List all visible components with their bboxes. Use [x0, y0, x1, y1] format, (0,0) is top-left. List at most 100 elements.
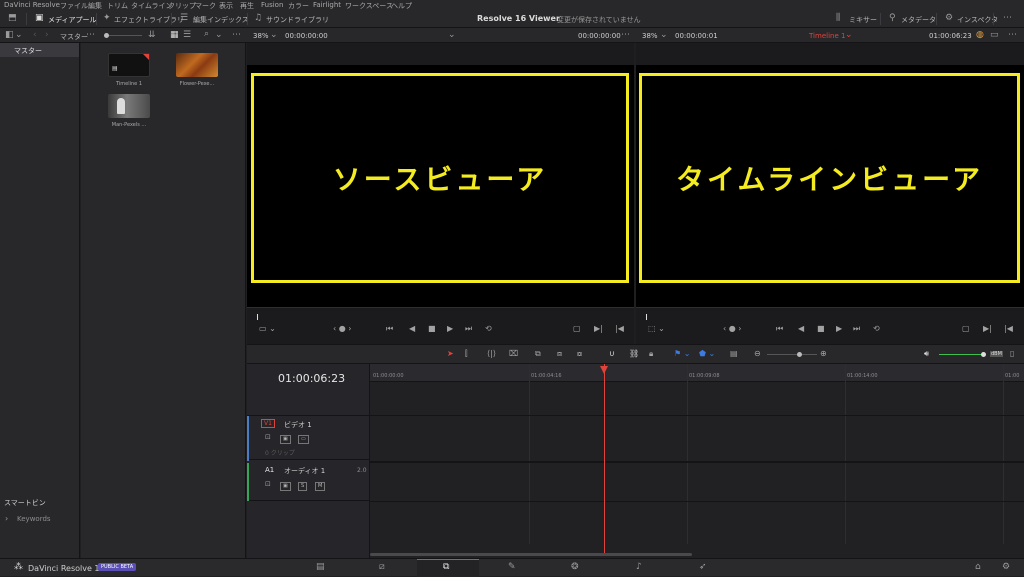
menu-davinci[interactable]: DaVinci Resolve — [4, 1, 60, 9]
home-icon[interactable]: ⌂ — [975, 563, 981, 572]
zoom-in-icon[interactable]: ⊕ — [820, 350, 827, 358]
media-pool-button[interactable]: メディアプール — [48, 15, 97, 25]
flag-icon[interactable]: ⚑ ⌄ — [674, 350, 690, 358]
settings-gear-icon[interactable]: ⚙ — [1002, 563, 1010, 572]
mixer-button[interactable]: ミキサー — [849, 15, 877, 25]
timeline-zoom-dropdown-icon[interactable]: ⌄ — [660, 31, 668, 40]
go-to-start-icon[interactable]: ⏮ — [776, 325, 783, 333]
source-zoom[interactable]: 38% — [253, 32, 269, 40]
effects-library-button[interactable]: エフェクトライブラリ — [114, 15, 184, 25]
mark-in-icon[interactable]: ▶| — [594, 325, 603, 333]
stop-icon[interactable]: ■ — [428, 325, 436, 333]
lock-icon[interactable]: ⊡ — [265, 434, 271, 441]
mute-button[interactable]: M — [315, 482, 326, 491]
trim-tool-icon[interactable]: ⫿ — [465, 350, 468, 358]
linked-selection-icon[interactable]: ⛓ — [629, 350, 639, 358]
go-to-end-icon[interactable]: ⏭ — [465, 325, 472, 333]
mark-out-icon[interactable]: |◀ — [615, 325, 624, 333]
zoom-slider-knob[interactable] — [797, 352, 802, 357]
marker-icon[interactable]: ⬟ ⌄ — [699, 350, 715, 358]
play-reverse-icon[interactable]: ◀ — [409, 325, 415, 333]
thumbnail-size-slider[interactable] — [104, 35, 142, 36]
bin-options-icon[interactable]: ⋯ — [232, 31, 241, 40]
grid-view-icon[interactable]: ▦ — [170, 31, 179, 40]
play-icon[interactable]: ▶ — [447, 325, 453, 333]
sort-icon[interactable]: ⇊ — [148, 31, 156, 40]
audio-track-header[interactable]: A1 オーディオ 1 2.0 ⊡ ▣ S M — [247, 463, 370, 501]
forward-icon[interactable]: › — [45, 31, 49, 40]
snapping-icon[interactable]: ∪ — [609, 350, 615, 358]
dynamic-trim-icon[interactable]: ⟨|⟩ — [487, 350, 496, 358]
color-icon[interactable]: ◍ — [976, 31, 984, 40]
search-dropdown-icon[interactable]: ⌄ — [215, 31, 223, 40]
timeline-ruler[interactable]: 01:00:00:00 01:00:04:16 01:00:09:08 01:0… — [370, 364, 1024, 382]
sidebar-item-master[interactable]: マスター — [0, 43, 79, 57]
timeline-area[interactable]: 01:00:00:00 01:00:04:16 01:00:09:08 01:0… — [370, 364, 1024, 558]
inspector-button[interactable]: インスペクタ — [957, 15, 998, 25]
cut-page-icon[interactable]: ⧄ — [379, 563, 385, 572]
a1-badge[interactable]: A1 — [265, 466, 274, 474]
video-track-header[interactable]: V1 ビデオ 1 ⊡ ▣ ▭ 0 クリップ — [247, 415, 370, 461]
blade-tool-icon[interactable]: ⌧ — [509, 350, 518, 358]
lock-icon[interactable]: 🔒︎ — [649, 350, 653, 358]
volume-icon[interactable]: 🔊︎ — [924, 350, 929, 358]
insert-clip-icon[interactable]: ⧉ — [535, 350, 541, 358]
edit-index-button[interactable]: 編集インデックス — [193, 15, 249, 25]
timeline-scrubber-head[interactable] — [646, 314, 647, 320]
dbm-button[interactable]: dBM — [990, 351, 1003, 357]
sidebar-item-keywords[interactable]: Keywords — [17, 515, 51, 523]
mark-in-icon[interactable]: ▶| — [983, 325, 992, 333]
play-icon[interactable]: ▶ — [836, 325, 842, 333]
solo-button[interactable]: S — [298, 482, 308, 491]
loop-icon[interactable]: ⟲ — [485, 325, 492, 333]
v1-badge[interactable]: V1 — [261, 419, 275, 428]
timeline-view-mode-icon[interactable]: ⬚ ⌄ — [648, 325, 665, 333]
lock-icon[interactable]: ⊡ — [265, 481, 271, 488]
video-track-name[interactable]: ビデオ 1 — [284, 420, 312, 430]
timeline-name[interactable]: Timeline 1 — [809, 32, 845, 40]
match-frame-icon[interactable]: ▢ — [962, 325, 970, 333]
replace-clip-icon[interactable]: ⧇ — [577, 350, 582, 358]
go-to-start-icon[interactable]: ⏮ — [386, 325, 393, 333]
menu-fairlight[interactable]: Fairlight — [313, 1, 341, 9]
timeline-options-icon[interactable]: ⋯ — [1008, 31, 1017, 40]
chevron-right-icon[interactable]: › — [5, 515, 8, 523]
timeline-view-options-icon[interactable]: ▤ — [730, 350, 738, 358]
auto-select-icon[interactable]: ▣ — [280, 482, 291, 491]
source-jog-icon[interactable]: ‹ ● › — [333, 325, 351, 333]
sound-library-button[interactable]: サウンドライブラリ — [266, 15, 329, 25]
zoom-slider[interactable] — [767, 354, 817, 355]
audio-track-name[interactable]: オーディオ 1 — [284, 466, 325, 476]
source-view-mode-icon[interactable]: ▭ ⌄ — [259, 325, 276, 333]
metadata-button[interactable]: メタデータ — [901, 15, 936, 25]
match-frame-icon[interactable]: ▢ — [573, 325, 581, 333]
playhead-marker[interactable] — [600, 366, 608, 374]
more-options-icon[interactable]: ⋯ — [86, 31, 95, 40]
source-options-icon[interactable]: ⋯ — [621, 31, 630, 40]
fairlight-page-icon[interactable]: ♪ — [636, 563, 642, 572]
chevron-down-icon[interactable]: ⌄ — [15, 31, 23, 40]
viewer-mode-icon[interactable]: ▭ — [990, 31, 999, 40]
playhead[interactable] — [604, 364, 605, 554]
timeline-scrollbar[interactable] — [370, 553, 692, 556]
more-icon[interactable]: ⋯ — [1003, 14, 1012, 23]
panel-toggle-icon[interactable]: ⬒ — [8, 14, 17, 23]
timeline-dropdown-icon[interactable]: ⌄ — [845, 31, 853, 40]
overwrite-clip-icon[interactable]: ⧈ — [557, 350, 562, 358]
thumbnail-slider-knob[interactable] — [104, 33, 109, 38]
mark-out-icon[interactable]: |◀ — [1004, 325, 1013, 333]
clip-item[interactable]: Man-Pexels ... — [108, 94, 150, 130]
volume-slider[interactable] — [939, 354, 983, 355]
fusion-page-icon[interactable]: ✎ — [508, 563, 516, 572]
timeline-jog-icon[interactable]: ‹ ● › — [723, 325, 741, 333]
source-zoom-dropdown-icon[interactable]: ⌄ — [270, 31, 278, 40]
menu-fusion[interactable]: Fusion — [261, 1, 283, 9]
selection-tool-icon[interactable]: ➤ — [447, 350, 454, 358]
clip-item[interactable]: ▤ Timeline 1 — [108, 53, 150, 89]
timeline-zoom[interactable]: 38% — [642, 32, 658, 40]
volume-slider-knob[interactable] — [981, 352, 986, 357]
color-page-icon[interactable]: ❂ — [571, 563, 579, 572]
zoom-out-icon[interactable]: ⊖ — [754, 350, 761, 358]
source-scrubber-head[interactable] — [257, 314, 258, 320]
auto-select-icon[interactable]: ▣ — [280, 435, 291, 444]
